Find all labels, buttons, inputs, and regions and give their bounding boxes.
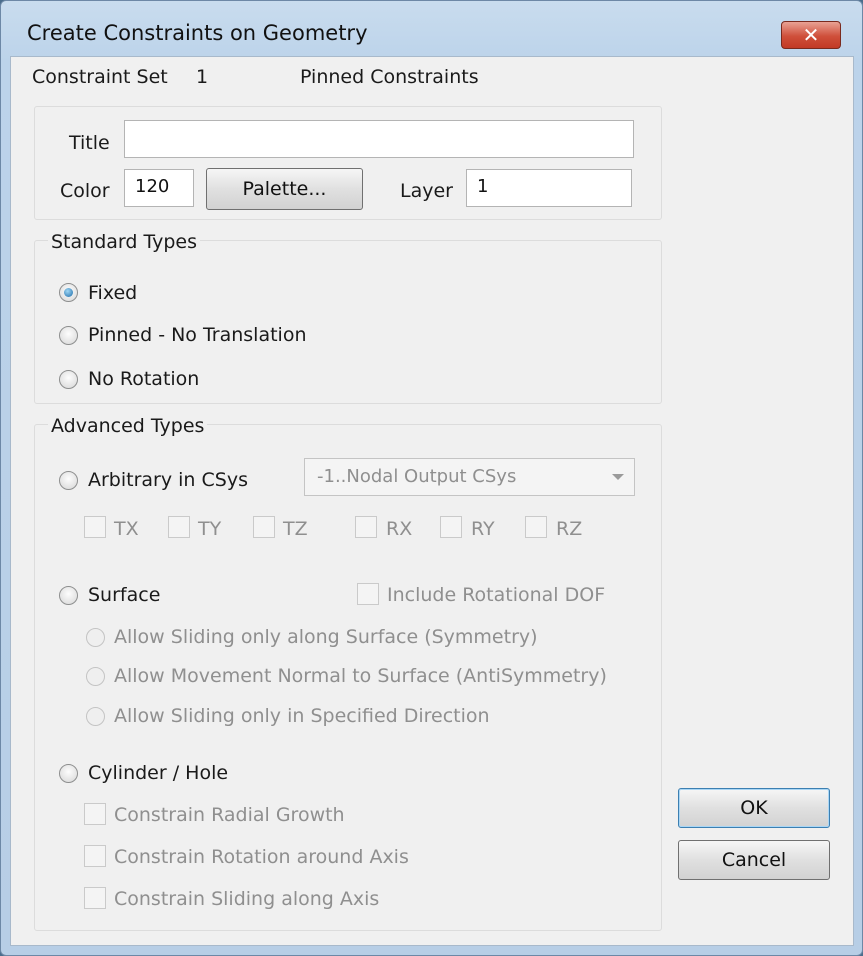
checkbox-tx[interactable] bbox=[84, 516, 106, 538]
csys-select-value: -1..Nodal Output CSys bbox=[317, 466, 517, 487]
dof-rz-label: RZ bbox=[556, 518, 583, 540]
palette-button[interactable]: Palette... bbox=[206, 168, 363, 210]
constraint-set-name: Pinned Constraints bbox=[300, 66, 479, 88]
sliding-along-axis-label: Constrain Sliding along Axis bbox=[114, 888, 380, 910]
option-no-rotation-label[interactable]: No Rotation bbox=[88, 368, 199, 390]
layer-input[interactable]: 1 bbox=[466, 169, 632, 207]
dof-tx-label: TX bbox=[114, 518, 139, 540]
checkbox-rx[interactable] bbox=[355, 516, 377, 538]
close-icon: ✕ bbox=[802, 23, 820, 47]
option-fixed-label[interactable]: Fixed bbox=[88, 282, 137, 304]
checkbox-rotation-around-axis[interactable] bbox=[84, 845, 106, 867]
advanced-types-label: Advanced Types bbox=[48, 415, 208, 437]
constraint-set-label: Constraint Set bbox=[32, 66, 168, 88]
checkbox-tz[interactable] bbox=[253, 516, 275, 538]
arbitrary-csys-label[interactable]: Arbitrary in CSys bbox=[88, 469, 248, 491]
close-button[interactable]: ✕ bbox=[781, 21, 841, 49]
standard-types-label: Standard Types bbox=[48, 231, 201, 253]
radio-cylinder-hole[interactable] bbox=[59, 764, 78, 783]
checkbox-sliding-along-axis[interactable] bbox=[84, 887, 106, 909]
surface-label[interactable]: Surface bbox=[88, 584, 160, 606]
sliding-along-surface-label: Allow Sliding only along Surface (Symmet… bbox=[114, 626, 538, 648]
option-pinned-label[interactable]: Pinned - No Translation bbox=[88, 324, 307, 346]
radio-arbitrary-csys[interactable] bbox=[59, 471, 78, 490]
color-label: Color bbox=[60, 180, 110, 202]
checkbox-ty[interactable] bbox=[168, 516, 190, 538]
checkbox-radial-growth[interactable] bbox=[84, 803, 106, 825]
csys-select[interactable]: -1..Nodal Output CSys bbox=[304, 458, 635, 496]
radio-surface[interactable] bbox=[59, 586, 78, 605]
title-input[interactable] bbox=[124, 120, 634, 158]
radio-pinned[interactable] bbox=[59, 326, 78, 345]
include-rotational-dof-label: Include Rotational DOF bbox=[387, 584, 606, 606]
sliding-specified-direction-label: Allow Sliding only in Specified Directio… bbox=[114, 705, 490, 727]
checkbox-ry[interactable] bbox=[440, 516, 462, 538]
constraint-set-number: 1 bbox=[196, 66, 209, 88]
movement-normal-label: Allow Movement Normal to Surface (AntiSy… bbox=[114, 665, 607, 687]
dof-tz-label: TZ bbox=[283, 518, 308, 540]
checkbox-rz[interactable] bbox=[525, 516, 547, 538]
radial-growth-label: Constrain Radial Growth bbox=[114, 804, 345, 826]
title-label: Title bbox=[69, 132, 110, 154]
radio-sliding-along-surface[interactable] bbox=[86, 628, 105, 647]
chevron-down-icon bbox=[612, 474, 624, 480]
dof-ty-label: TY bbox=[198, 518, 222, 540]
checkbox-include-rotational-dof[interactable] bbox=[357, 583, 379, 605]
ok-button[interactable]: OK bbox=[678, 788, 830, 828]
radio-no-rotation[interactable] bbox=[59, 370, 78, 389]
radio-sliding-specified-direction[interactable] bbox=[86, 707, 105, 726]
layer-label: Layer bbox=[400, 180, 453, 202]
radio-fixed[interactable] bbox=[59, 283, 78, 302]
window-title: Create Constraints on Geometry bbox=[27, 21, 368, 45]
cylinder-hole-label[interactable]: Cylinder / Hole bbox=[88, 762, 228, 784]
rotation-around-axis-label: Constrain Rotation around Axis bbox=[114, 846, 409, 868]
dof-ry-label: RY bbox=[471, 518, 495, 540]
radio-movement-normal[interactable] bbox=[86, 667, 105, 686]
dof-rx-label: RX bbox=[386, 518, 413, 540]
cancel-button[interactable]: Cancel bbox=[678, 840, 830, 880]
color-input[interactable]: 120 bbox=[124, 169, 194, 207]
